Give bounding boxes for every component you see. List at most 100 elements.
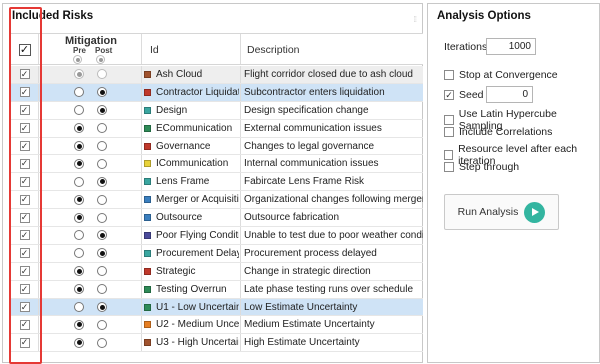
pre-radio[interactable] — [74, 69, 84, 80]
table-row[interactable]: ✓ Governance Changes to legal governance — [11, 137, 423, 156]
risk-description: Design specification change — [244, 104, 369, 116]
include-checkbox[interactable]: ✓ — [19, 337, 30, 348]
description-header[interactable]: Description — [247, 44, 300, 56]
id-cell: Design — [144, 102, 239, 119]
id-cell: Governance — [144, 138, 239, 155]
post-all-radio[interactable] — [96, 55, 105, 64]
risk-color-swatch — [144, 106, 151, 114]
pre-radio[interactable] — [74, 141, 84, 151]
post-radio[interactable] — [97, 105, 107, 116]
include-checkbox[interactable]: ✓ — [19, 69, 30, 80]
post-radio[interactable] — [97, 230, 107, 241]
pre-radio[interactable] — [74, 87, 84, 98]
risk-color-swatch — [144, 178, 151, 186]
post-radio[interactable] — [97, 87, 107, 98]
table-row[interactable]: ✓ Outsource Outsource fabrication — [11, 209, 423, 228]
pre-radio[interactable] — [74, 123, 84, 134]
include-checkbox[interactable]: ✓ — [19, 158, 30, 169]
post-radio[interactable] — [97, 176, 107, 187]
description-cell: Internal communication issues — [244, 155, 423, 172]
step-through-checkbox[interactable] — [444, 162, 454, 172]
post-radio[interactable] — [97, 248, 107, 259]
include-checkbox[interactable]: ✓ — [19, 87, 30, 98]
include-checkbox[interactable]: ✓ — [19, 123, 30, 134]
risk-description: Fabircate Lens Frame Risk — [244, 176, 365, 188]
post-radio[interactable] — [97, 319, 107, 330]
include-checkbox[interactable]: ✓ — [19, 284, 30, 295]
post-radio[interactable] — [97, 69, 107, 80]
iterations-input[interactable]: 1000 — [486, 38, 536, 55]
table-row[interactable]: ✓ U1 - Low Uncertaint Low Estimate Uncerta… — [11, 298, 423, 317]
stop-at-convergence-option[interactable]: Stop at Convergence — [444, 69, 558, 81]
stop-at-convergence-checkbox[interactable] — [444, 70, 454, 80]
table-row[interactable]: ✓ Procurement Delays Procurement process d… — [11, 244, 423, 263]
risk-id: Governance — [156, 140, 211, 152]
include-correlations-option[interactable]: Include Correlations — [444, 126, 552, 138]
pre-radio[interactable] — [74, 337, 84, 348]
pre-radio[interactable] — [74, 176, 84, 187]
table-row[interactable]: ✓ Merger or Acquisitio Organizational chan… — [11, 191, 423, 210]
risk-id: ECommunication — [156, 122, 233, 134]
pre-radio[interactable] — [74, 248, 84, 259]
step-through-option[interactable]: Step through — [444, 161, 519, 173]
post-radio[interactable] — [97, 141, 107, 151]
table-row[interactable]: ✓ U2 - Medium Uncer Medium Estimate Uncert… — [11, 316, 423, 335]
select-all-checkbox[interactable]: ✓ — [18, 44, 31, 56]
post-radio[interactable] — [97, 302, 107, 313]
pre-radio[interactable] — [74, 212, 84, 223]
pre-radio[interactable] — [74, 319, 84, 330]
latin-hypercube-checkbox[interactable] — [444, 115, 454, 125]
seed-input[interactable]: 0 — [486, 86, 533, 103]
risk-id: Merger or Acquisitio — [156, 194, 239, 206]
risk-id: Ash Cloud — [156, 68, 203, 80]
include-checkbox[interactable]: ✓ — [19, 141, 30, 151]
include-cell: ✓ — [11, 281, 38, 298]
post-cell — [94, 299, 110, 316]
table-row[interactable]: ✓ ECommunication External communication is… — [11, 119, 423, 138]
table-row[interactable]: ✓ Design Design specification change — [11, 101, 423, 120]
include-checkbox[interactable]: ✓ — [19, 266, 30, 277]
post-radio[interactable] — [97, 212, 107, 223]
post-radio[interactable] — [97, 194, 107, 205]
include-checkbox[interactable]: ✓ — [19, 194, 30, 205]
post-radio[interactable] — [97, 284, 107, 295]
seed-option[interactable]: ✓ Seed — [444, 89, 484, 101]
post-radio[interactable] — [97, 123, 107, 134]
table-row[interactable]: ✓ Testing Overrun Late phase testing runs … — [11, 280, 423, 299]
include-checkbox[interactable]: ✓ — [19, 319, 30, 330]
include-checkbox[interactable]: ✓ — [19, 230, 30, 241]
pre-radio[interactable] — [74, 266, 84, 277]
run-analysis-button[interactable]: Run Analysis — [444, 194, 559, 230]
pre-radio[interactable] — [74, 302, 84, 313]
post-radio[interactable] — [97, 266, 107, 277]
table-row[interactable]: ✓ ICommunication Internal communication is… — [11, 155, 423, 174]
pre-radio[interactable] — [74, 284, 84, 295]
table-row[interactable]: ✓ Ash Cloud Flight corridor closed due to … — [11, 66, 423, 84]
pre-radio[interactable] — [74, 158, 84, 169]
table-row[interactable]: ✓ Strategic Change in strategic direction — [11, 262, 423, 281]
include-correlations-checkbox[interactable] — [444, 127, 454, 137]
id-header[interactable]: Id — [150, 44, 159, 56]
pre-radio[interactable] — [74, 194, 84, 205]
include-checkbox[interactable]: ✓ — [19, 248, 30, 259]
description-cell: Unable to test due to poor weather condi… — [244, 227, 423, 244]
table-row[interactable]: ✓ U3 - High Uncertain High Estimate Uncert… — [11, 334, 423, 353]
resource-level-checkbox[interactable] — [444, 150, 454, 160]
include-checkbox[interactable]: ✓ — [19, 302, 30, 313]
table-row[interactable]: ✓ Lens Frame Fabircate Lens Frame Risk — [11, 173, 423, 192]
pre-radio[interactable] — [74, 230, 84, 241]
drag-handle-icon[interactable]: ⁞⁞ — [414, 15, 418, 24]
include-cell: ✓ — [11, 334, 38, 351]
post-radio[interactable] — [97, 158, 107, 169]
include-checkbox[interactable]: ✓ — [19, 176, 30, 187]
pre-radio[interactable] — [74, 105, 84, 116]
seed-checkbox[interactable]: ✓ — [444, 90, 454, 100]
table-row[interactable]: ✓ Poor Flying Conditi Unable to test due t… — [11, 227, 423, 245]
include-checkbox[interactable]: ✓ — [19, 212, 30, 223]
pre-cell — [71, 66, 87, 83]
id-cell: Ash Cloud — [144, 66, 239, 83]
table-row[interactable]: ✓ Contractor Liquidat Subcontractor enters… — [11, 83, 423, 102]
pre-all-radio[interactable] — [73, 55, 82, 64]
post-radio[interactable] — [97, 337, 107, 348]
include-checkbox[interactable]: ✓ — [19, 105, 30, 116]
